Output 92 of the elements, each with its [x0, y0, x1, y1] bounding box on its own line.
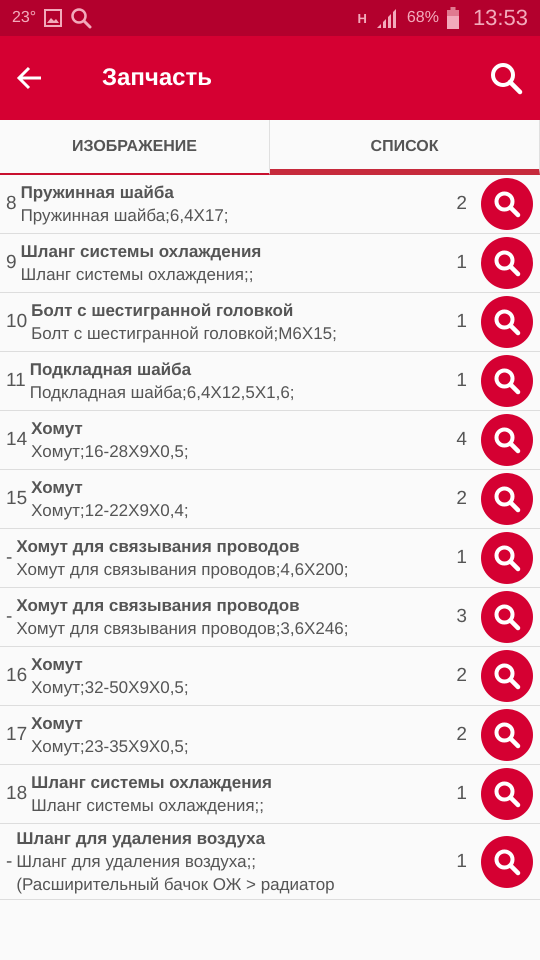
quantity-text: 4 [456, 429, 467, 451]
search-button[interactable] [481, 650, 533, 702]
search-icon[interactable] [492, 661, 522, 691]
search-button[interactable] [481, 591, 533, 643]
item-number: 14 [6, 429, 28, 451]
item-number: - [6, 606, 12, 628]
item-description: Хомут;32-50X9X0,5; [31, 677, 189, 699]
item-name: Болт с шестигранной головкой [31, 300, 294, 322]
item-number: 10 [6, 311, 28, 333]
search-icon[interactable] [492, 846, 522, 876]
search-icon [70, 7, 92, 29]
list-row[interactable]: - Хомут для связывания проводов Хомут для связывания проводов;4,6X200; 1 [0, 529, 540, 588]
item-description: Хомут для связывания проводов;4,6X200; [16, 559, 348, 581]
item-description: Хомут;12-22X9X0,4; [31, 500, 189, 522]
signal-icon [374, 7, 399, 29]
clock-text: 13:53 [472, 5, 528, 31]
quantity-text: 1 [456, 850, 467, 872]
item-description: Хомут;23-35X9X0,5; [31, 736, 189, 758]
search-button[interactable] [481, 178, 533, 230]
item-number: - [6, 850, 12, 872]
list-row[interactable]: 11 Подкладная шайба Подкладная шайба;6,4X12,5X1,6; 1 [0, 352, 540, 411]
item-number: 9 [6, 252, 17, 274]
tab[interactable]: СПИСОК [270, 120, 540, 175]
item-description: Шланг для удаления воздуха;; (Расширительный бачок ОЖ > радиатор [16, 851, 336, 896]
item-name: Хомут [31, 477, 83, 499]
search-icon[interactable] [492, 602, 522, 632]
item-number: 8 [6, 193, 17, 215]
search-icon[interactable] [492, 248, 522, 278]
temperature-text: 23° [12, 9, 36, 27]
network-type-text: H [358, 10, 367, 26]
search-icon[interactable] [492, 366, 522, 396]
list-row[interactable]: - Хомут для связывания проводов Хомут для связывания проводов;3,6X246; 3 [0, 588, 540, 647]
search-icon[interactable] [492, 189, 522, 219]
search-button[interactable] [481, 709, 533, 761]
search-icon[interactable] [492, 720, 522, 750]
list-row[interactable]: - Шланг для удаления воздуха Шланг для удаления воздуха;; (Расширительный бачок ОЖ > радиатор 1 [0, 824, 540, 900]
search-button[interactable] [481, 836, 533, 888]
item-number: - [6, 547, 12, 569]
search-button[interactable] [481, 237, 533, 289]
quantity-text: 2 [456, 193, 467, 215]
battery-icon [446, 7, 459, 29]
quantity-text: 1 [456, 252, 467, 274]
screen-title: Запчасть [102, 64, 212, 92]
quantity-text: 1 [456, 370, 467, 392]
quantity-text: 2 [456, 488, 467, 510]
item-name: Шланг системы охлаждения [20, 241, 262, 263]
item-description: Шланг системы охлаждения;; [20, 264, 254, 286]
quantity-text: 1 [456, 547, 467, 569]
item-name: Пружинная шайба [20, 182, 174, 204]
image-icon [44, 9, 62, 27]
item-name: Хомут для связывания проводов [16, 595, 300, 617]
item-number: 17 [6, 724, 28, 746]
item-description: Хомут;16-28X9X0,5; [31, 441, 189, 463]
item-description: Болт с шестигранной головкой;M6X15; [31, 323, 337, 345]
search-icon[interactable] [488, 60, 524, 96]
item-name: Шланг для удаления воздуха [16, 828, 266, 850]
search-icon[interactable] [492, 779, 522, 809]
quantity-text: 3 [456, 606, 467, 628]
list-row[interactable]: 18 Шланг системы охлаждения Шланг системы охлаждения;; 1 [0, 765, 540, 824]
quantity-text: 1 [456, 311, 467, 333]
item-number: 18 [6, 783, 28, 805]
item-number: 11 [6, 370, 26, 392]
list-row[interactable]: 10 Болт с шестигранной головкой Болт с шестигранной головкой;M6X15; 1 [0, 293, 540, 352]
search-button[interactable] [481, 355, 533, 407]
item-number: 16 [6, 665, 28, 687]
item-description: Пружинная шайба;6,4X17; [20, 205, 228, 227]
item-number: 15 [6, 488, 28, 510]
item-name: Хомут для связывания проводов [16, 536, 300, 558]
item-name: Хомут [31, 654, 83, 676]
item-name: Хомут [31, 713, 83, 735]
search-icon[interactable] [492, 425, 522, 455]
search-icon[interactable] [492, 543, 522, 573]
quantity-text: 2 [456, 724, 467, 746]
battery-percent-text: 68% [406, 9, 439, 27]
item-name: Шланг системы охлаждения [31, 772, 272, 794]
back-arrow-icon[interactable] [16, 64, 44, 92]
search-button[interactable] [481, 768, 533, 820]
item-description: Шланг системы охлаждения;; [31, 795, 264, 817]
item-description: Хомут для связывания проводов;3,6X246; [16, 618, 348, 640]
search-button[interactable] [481, 414, 533, 466]
search-button[interactable] [481, 532, 533, 584]
quantity-text: 1 [456, 783, 467, 805]
tab[interactable]: ИЗОБРАЖЕНИЕ [0, 120, 270, 175]
search-button[interactable] [481, 473, 533, 525]
search-icon[interactable] [492, 484, 522, 514]
search-icon[interactable] [492, 307, 522, 337]
item-name: Хомут [31, 418, 83, 440]
quantity-text: 2 [456, 665, 467, 687]
list-row[interactable]: 9 Шланг системы охлаждения Шланг системы охлаждения;; 1 [0, 234, 540, 293]
item-description: Подкладная шайба;6,4X12,5X1,6; [30, 382, 295, 404]
item-name: Подкладная шайба [30, 359, 192, 381]
search-button[interactable] [481, 296, 533, 348]
